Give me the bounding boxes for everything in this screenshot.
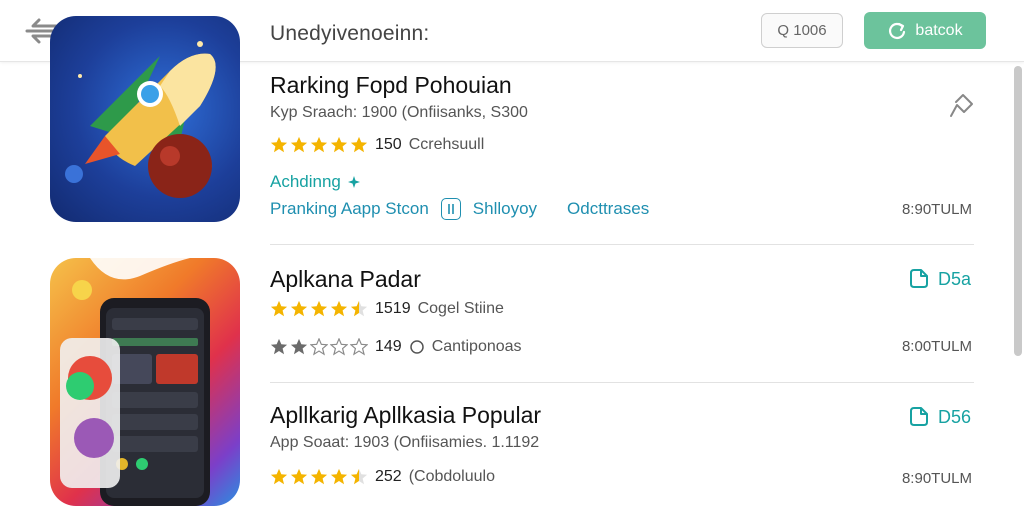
rating-count: 1519 <box>375 300 411 317</box>
star-icon <box>270 136 288 153</box>
rating-count: 252 <box>375 468 402 485</box>
open-icon <box>910 407 928 426</box>
star-rating <box>270 136 368 154</box>
star-icon <box>290 300 308 317</box>
sparkle-icon <box>347 176 360 188</box>
star-rating <box>270 300 368 318</box>
phone-icon[interactable] <box>50 258 240 506</box>
search-label: Q 1006 <box>777 22 827 39</box>
star-outline-icon <box>310 338 328 356</box>
star-icon <box>330 136 348 153</box>
star-icon <box>310 300 328 317</box>
row-divider <box>270 382 974 383</box>
bookmark-button[interactable] <box>946 91 976 121</box>
star-half-icon <box>350 300 368 317</box>
link-row: Pranking Aapp Stcon Shlloyoy Odcttrases <box>270 198 649 220</box>
status-text: Achdinng <box>270 172 361 192</box>
timestamp: 8:90TULM <box>901 470 972 487</box>
rating-row: 252 (Cobdoluulo <box>270 468 495 486</box>
rating-count: 149 <box>375 338 402 355</box>
rating-count: 150 <box>375 136 402 153</box>
star-icon <box>270 468 288 485</box>
star-rating <box>270 468 368 486</box>
star-icon <box>330 300 348 317</box>
star-icon <box>290 136 308 153</box>
info-circle-icon <box>409 340 424 354</box>
rating-row: 150 Ccrehsuull <box>270 136 484 154</box>
refresh-icon <box>889 22 906 39</box>
app-name[interactable]: Rarking Fopd Pohouian <box>270 72 512 99</box>
action-label: batcok <box>915 21 963 39</box>
primary-action-button[interactable]: batcok <box>864 12 986 49</box>
timestamp: 8:90TULM <box>901 201 972 218</box>
search-button[interactable]: Q 1006 <box>761 13 843 48</box>
star-icon <box>310 468 328 485</box>
star-rating <box>270 338 368 356</box>
info-chip-icon[interactable] <box>440 198 461 220</box>
bookmark-icon <box>950 94 973 117</box>
category-link[interactable]: Shlloyoy <box>473 199 537 219</box>
star-icon <box>290 468 308 485</box>
rating-label: Cogel Stiine <box>417 300 504 317</box>
star-icon <box>270 300 288 317</box>
open-icon <box>910 269 928 288</box>
scrollbar[interactable] <box>1014 66 1022 356</box>
star-half-icon <box>350 468 368 485</box>
star-icon <box>330 468 348 485</box>
app-name[interactable]: Apllkarig Apllkasia Popular <box>270 402 541 429</box>
rating-row: 1519 Cogel Stiine <box>270 300 504 318</box>
timestamp: 8:00TULM <box>901 338 972 355</box>
row-divider <box>270 244 974 245</box>
app-name[interactable]: Aplkana Padar <box>270 266 421 293</box>
details-link[interactable]: Odcttrases <box>567 199 649 219</box>
rating-label: Cantiponoas <box>431 338 522 355</box>
status-label: Achdinng <box>270 172 341 191</box>
page-title: Unedyivenoeinn: <box>270 22 430 45</box>
download-button[interactable]: D5a <box>908 268 971 290</box>
star-outline-icon <box>330 338 348 356</box>
rocket-icon[interactable] <box>50 16 240 222</box>
star-icon <box>350 136 368 153</box>
price-label: D56 <box>938 406 972 427</box>
app-subtitle: Kyp Sraach: 1900 (Onfiisanks, S300 <box>270 104 528 121</box>
store-link[interactable]: Pranking Aapp Stcon <box>270 199 429 219</box>
star-icon <box>310 136 328 153</box>
rating-label: (Cobdoluulo <box>408 468 495 485</box>
app-subtitle: App Soaat: 1903 (Onfiisamies. 1.1192 <box>270 434 540 451</box>
star-icon <box>270 338 288 355</box>
secondary-rating-row: 149 Cantiponoas <box>270 338 522 356</box>
rating-label: Ccrehsuull <box>408 136 485 153</box>
price-label: D5a <box>938 268 972 289</box>
star-icon <box>290 338 308 355</box>
download-button[interactable]: D56 <box>908 406 971 428</box>
star-outline-icon <box>350 338 368 356</box>
